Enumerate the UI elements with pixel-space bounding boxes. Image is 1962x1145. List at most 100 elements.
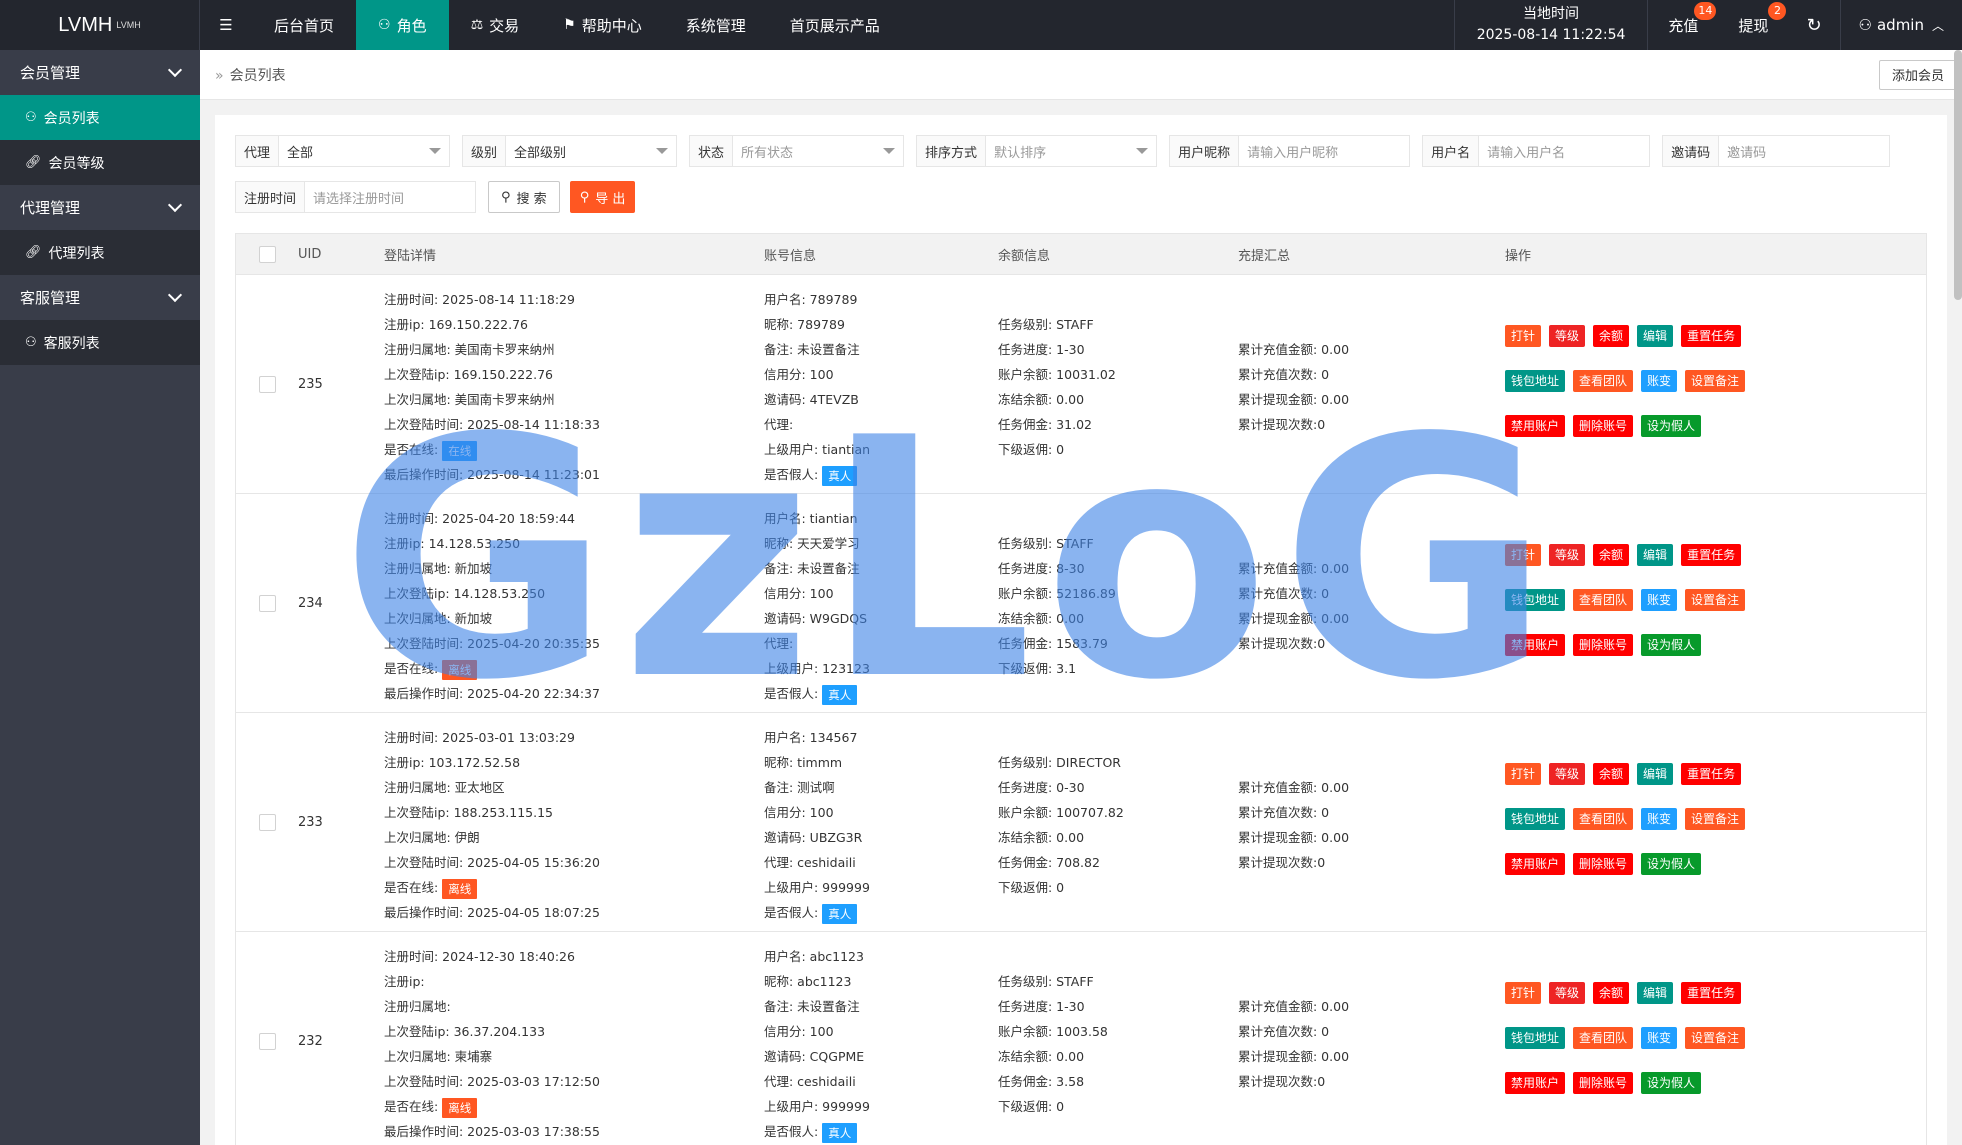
sidebar-item-member-level[interactable]: 🔗︎ 会员等级: [0, 140, 200, 185]
login-line: 注册时间: 2025-04-20 18:59:44: [384, 511, 575, 526]
account-line: 用户名: tiantian: [764, 511, 858, 526]
op-button[interactable]: 余额: [1593, 325, 1630, 347]
op-button[interactable]: 钱包地址: [1505, 1027, 1566, 1049]
row-checkbox[interactable]: [258, 813, 276, 831]
op-button[interactable]: 编辑: [1637, 325, 1674, 347]
op-button[interactable]: 重置任务: [1681, 544, 1742, 566]
search-icon: ⚲: [579, 189, 590, 205]
op-button[interactable]: 设置备注: [1685, 370, 1746, 392]
op-button[interactable]: 账变: [1641, 589, 1678, 611]
logo[interactable]: LVMH LVMH: [0, 0, 200, 50]
login-line: 上次登陆ip: 169.150.222.76: [384, 367, 553, 382]
login-line: 注册时间: 2025-08-14 11:18:29: [384, 292, 575, 307]
filter-form: 代理 全部 级别 全部级别 状态 所有状态 排序方式 默认排序 用户昵称 请输入用户昵称 …: [215, 115, 1947, 213]
withdraw-link[interactable]: 提现 2: [1718, 0, 1788, 50]
sidebar-group-members[interactable]: 会员管理: [0, 50, 200, 95]
fake-label: 是否假人:: [764, 905, 819, 920]
export-button[interactable]: ⚲ 导 出: [569, 181, 636, 213]
row-checkbox[interactable]: [258, 1032, 276, 1050]
level-filter[interactable]: 级别 全部级别: [462, 135, 678, 167]
op-button[interactable]: 查看团队: [1573, 808, 1634, 830]
op-button[interactable]: 设为假人: [1641, 1072, 1702, 1094]
users-icon: ⚇: [25, 335, 37, 350]
balance-line: 账户余额: 10031.02: [998, 367, 1116, 382]
balance-line: 任务佣金: 1583.79: [998, 636, 1108, 651]
op-button[interactable]: 等级: [1549, 763, 1586, 785]
op-button[interactable]: 查看团队: [1573, 370, 1634, 392]
row-checkbox[interactable]: [258, 375, 276, 393]
username-field[interactable]: 用户名 请输入用户名: [1422, 135, 1651, 167]
summary-line: 累计充值金额: 0.00: [1238, 561, 1350, 576]
row-checkbox[interactable]: [258, 594, 276, 612]
sidebar-group-service[interactable]: 客服管理: [0, 275, 200, 320]
op-button[interactable]: 禁用账户: [1505, 1072, 1566, 1094]
op-button[interactable]: 设为假人: [1641, 415, 1702, 437]
op-button[interactable]: 编辑: [1637, 544, 1674, 566]
invite-code-field[interactable]: 邀请码 邀请码: [1662, 135, 1891, 167]
status-filter[interactable]: 状态 所有状态: [689, 135, 905, 167]
op-button[interactable]: 打针: [1505, 544, 1542, 566]
op-button[interactable]: 重置任务: [1681, 325, 1742, 347]
op-button[interactable]: 查看团队: [1573, 1027, 1634, 1049]
add-member-button[interactable]: 添加会员: [1878, 59, 1957, 90]
recharge-link[interactable]: 充值 14: [1648, 0, 1718, 50]
nav-help[interactable]: ⚑ 帮助中心: [541, 0, 664, 50]
regtime-field[interactable]: 注册时间 请选择注册时间: [235, 181, 477, 213]
op-button[interactable]: 设置备注: [1685, 808, 1746, 830]
op-button[interactable]: 重置任务: [1681, 982, 1742, 1004]
op-button[interactable]: 设为假人: [1641, 853, 1702, 875]
op-button[interactable]: 等级: [1549, 982, 1586, 1004]
op-button[interactable]: 设为假人: [1641, 634, 1702, 656]
sidebar-group-agents[interactable]: 代理管理: [0, 185, 200, 230]
user-menu[interactable]: ⚇ admin ︿: [1839, 0, 1962, 50]
sidebar-item-service-list[interactable]: ⚇ 客服列表: [0, 320, 200, 365]
op-button[interactable]: 余额: [1593, 763, 1630, 785]
nickname-field[interactable]: 用户昵称 请输入用户昵称: [1169, 135, 1411, 167]
agent-filter[interactable]: 代理 全部: [235, 135, 451, 167]
search-button[interactable]: ⚲ 搜 索: [488, 181, 560, 213]
op-button[interactable]: 设置备注: [1685, 1027, 1746, 1049]
op-button[interactable]: 设置备注: [1685, 589, 1746, 611]
sidebar-item-agent-list[interactable]: 🔗︎ 代理列表: [0, 230, 200, 275]
sort-filter[interactable]: 排序方式 默认排序: [916, 135, 1158, 167]
nav-products[interactable]: 首页展示产品: [768, 0, 902, 50]
op-button[interactable]: 删除账号: [1573, 853, 1634, 875]
op-button[interactable]: 编辑: [1637, 763, 1674, 785]
op-button[interactable]: 删除账号: [1573, 415, 1634, 437]
op-button[interactable]: 禁用账户: [1505, 415, 1566, 437]
op-button[interactable]: 等级: [1549, 544, 1586, 566]
op-button[interactable]: 钱包地址: [1505, 370, 1566, 392]
op-button[interactable]: 打针: [1505, 325, 1542, 347]
user-icon: ⚇: [378, 17, 391, 33]
scrollbar[interactable]: [1954, 50, 1962, 300]
nav-system[interactable]: 系统管理: [664, 0, 768, 50]
op-button[interactable]: 删除账号: [1573, 634, 1634, 656]
select-all-checkbox[interactable]: [258, 245, 276, 263]
op-button[interactable]: 钱包地址: [1505, 589, 1566, 611]
login-detail-cell: 注册时间: 2025-08-14 11:18:29 注册ip: 169.150.2…: [384, 275, 764, 487]
refresh-icon[interactable]: ↻: [1788, 0, 1839, 50]
balance-line: 任务佣金: 3.58: [998, 1074, 1085, 1089]
op-button[interactable]: 查看团队: [1573, 589, 1634, 611]
op-button[interactable]: 打针: [1505, 763, 1542, 785]
menu-toggle-icon[interactable]: ☰: [200, 0, 252, 50]
op-button[interactable]: 账变: [1641, 808, 1678, 830]
op-button[interactable]: 余额: [1593, 982, 1630, 1004]
op-button[interactable]: 账变: [1641, 370, 1678, 392]
nav-roles[interactable]: ⚇ 角色: [356, 0, 449, 50]
sidebar-item-member-list[interactable]: ⚇ 会员列表: [0, 95, 200, 140]
nav-home[interactable]: 后台首页: [252, 0, 356, 50]
op-button[interactable]: 账变: [1641, 1027, 1678, 1049]
op-button[interactable]: 重置任务: [1681, 763, 1742, 785]
op-button[interactable]: 余额: [1593, 544, 1630, 566]
local-clock: 当地时间 2025-08-14 11:22:54: [1453, 0, 1649, 50]
op-button[interactable]: 钱包地址: [1505, 808, 1566, 830]
op-button[interactable]: 禁用账户: [1505, 853, 1566, 875]
op-button[interactable]: 禁用账户: [1505, 634, 1566, 656]
op-button[interactable]: 打针: [1505, 982, 1542, 1004]
op-button[interactable]: 删除账号: [1573, 1072, 1634, 1094]
nav-trade[interactable]: ⚖ 交易: [449, 0, 542, 50]
op-button[interactable]: 等级: [1549, 325, 1586, 347]
summary-line: 累计提现次数:0: [1238, 417, 1326, 432]
op-button[interactable]: 编辑: [1637, 982, 1674, 1004]
